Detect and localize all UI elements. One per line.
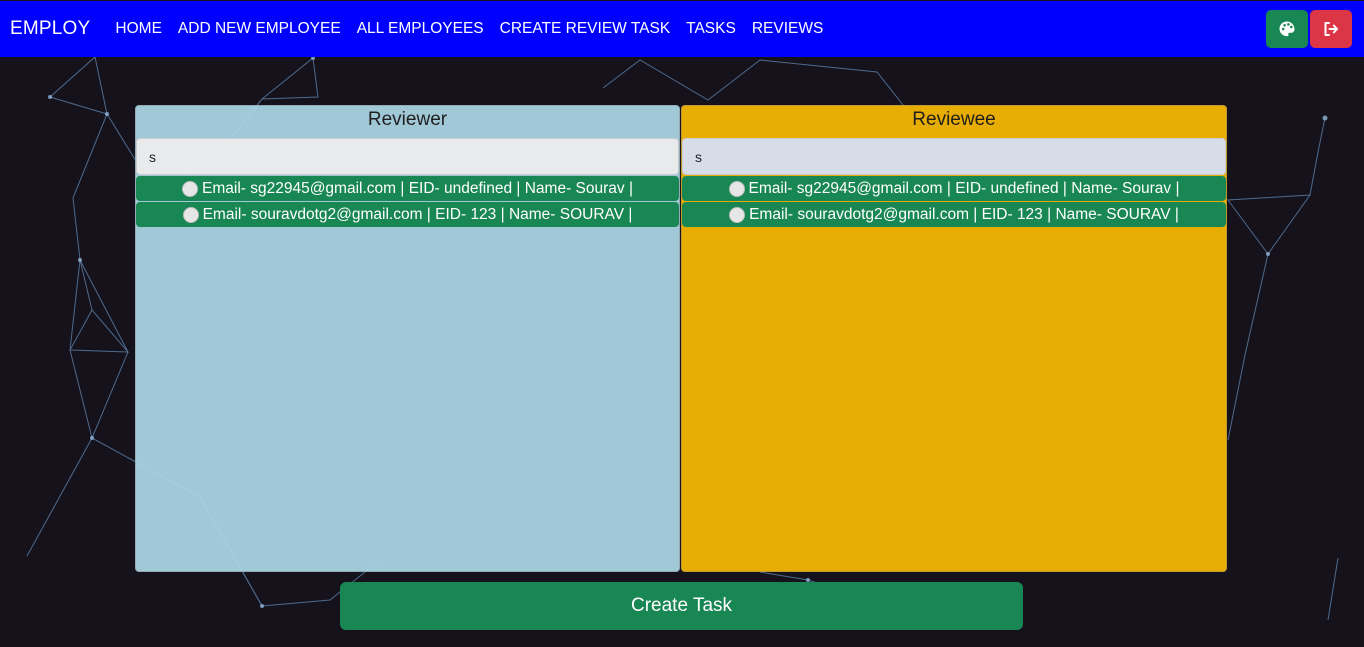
reviewer-panel: Reviewer Email- sg22945@gmail.com | EID-…	[135, 105, 680, 572]
reviewer-title: Reviewer	[367, 109, 448, 130]
palette-icon	[1279, 21, 1295, 37]
radio-button[interactable]	[182, 180, 198, 197]
reviewee-option-label: Email- souravdotg2@gmail.com | EID- 123 …	[749, 205, 1179, 223]
navbar-actions	[1266, 10, 1352, 48]
radio-button[interactable]	[728, 180, 745, 197]
nav-home[interactable]: HOME	[115, 20, 162, 38]
nav-tasks[interactable]: TASKS	[686, 20, 736, 38]
radio-button[interactable]	[729, 206, 746, 223]
reviewer-option[interactable]: Email- sg22945@gmail.com | EID- undefine…	[136, 176, 679, 201]
reviewer-option-label: Email- sg22945@gmail.com | EID- undefine…	[202, 179, 633, 197]
theme-button[interactable]	[1266, 10, 1308, 48]
logout-button[interactable]	[1310, 10, 1352, 48]
nav-all-employees[interactable]: ALL EMPLOYEES	[357, 20, 484, 38]
brand-logo[interactable]: EMPLOY	[10, 18, 90, 40]
top-navbar: EMPLOY HOME ADD NEW EMPLOYEE ALL EMPLOYE…	[0, 1, 1364, 57]
reviewer-option[interactable]: Email- souravdotg2@gmail.com | EID- 123 …	[136, 202, 679, 227]
reviewee-search-input[interactable]	[682, 138, 1226, 175]
reviewer-search-input[interactable]	[136, 138, 679, 175]
nav-reviews[interactable]: REVIEWS	[752, 20, 823, 38]
nav-create-review-task[interactable]: CREATE REVIEW TASK	[500, 20, 671, 38]
nav-add-new-employee[interactable]: ADD NEW EMPLOYEE	[178, 20, 341, 38]
reviewee-panel: Reviewee Email- sg22945@gmail.com | EID-…	[681, 105, 1227, 572]
create-task-button[interactable]: Create Task	[340, 582, 1023, 630]
sign-out-icon	[1324, 22, 1338, 36]
reviewee-option-label: Email- sg22945@gmail.com | EID- undefine…	[748, 179, 1180, 197]
reviewee-option[interactable]: Email- souravdotg2@gmail.com | EID- 123 …	[682, 202, 1226, 227]
reviewer-option-label: Email- souravdotg2@gmail.com | EID- 123 …	[202, 205, 633, 223]
radio-button[interactable]	[182, 206, 199, 223]
reviewee-option[interactable]: Email- sg22945@gmail.com | EID- undefine…	[682, 176, 1226, 201]
reviewee-title: Reviewee	[912, 109, 996, 130]
